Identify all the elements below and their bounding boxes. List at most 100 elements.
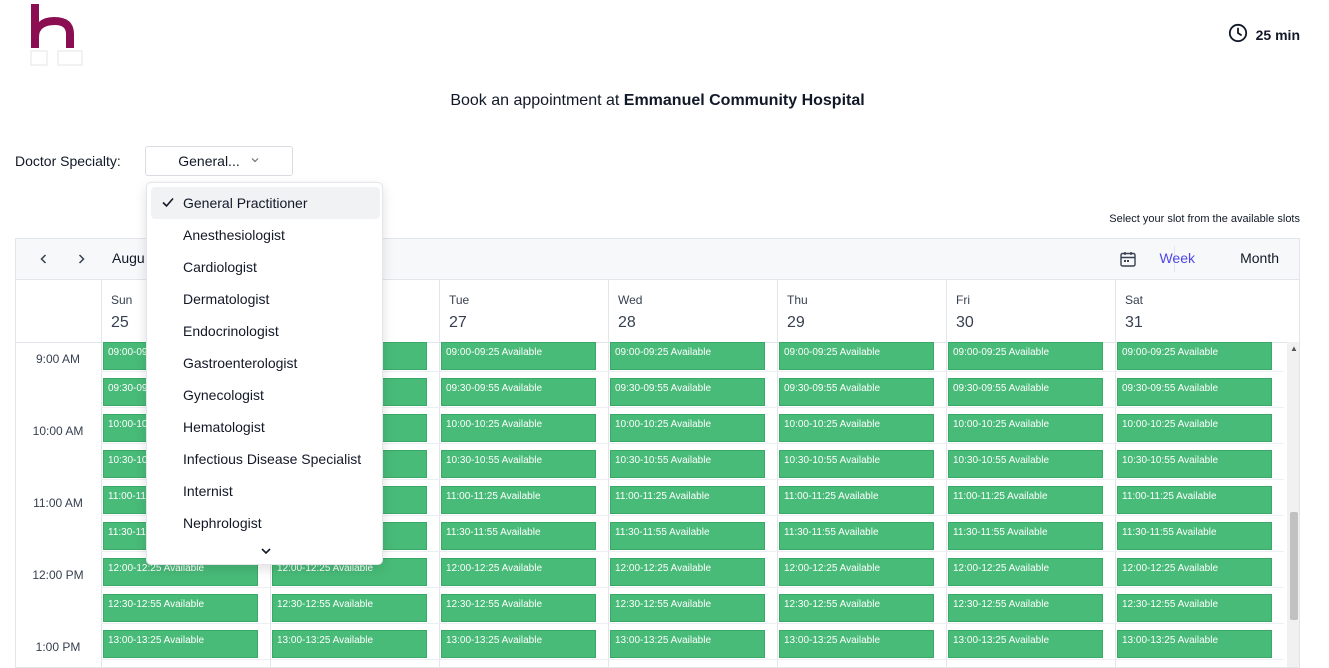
scroll-up-icon[interactable]: ▲ (1290, 344, 1298, 353)
specialty-option[interactable]: Gastroenterologist (151, 347, 380, 379)
available-slot[interactable]: 12:00-12:25 Available (948, 558, 1103, 586)
available-slot[interactable]: 10:30-10:55 Available (441, 450, 596, 478)
checkmark-icon (161, 195, 175, 212)
specialty-option-label: Gynecologist (183, 387, 264, 403)
available-slot[interactable]: 12:30-12:55 Available (610, 594, 765, 622)
calendar-icon[interactable] (1119, 250, 1137, 268)
available-slot[interactable]: 09:30-09:55 Available (1117, 378, 1272, 406)
available-slot[interactable]: 10:00-10:25 Available (779, 414, 934, 442)
available-slot[interactable]: 09:00-09:25 Available (441, 342, 596, 370)
day-name: Fri (956, 293, 970, 307)
specialty-option[interactable]: Internist (151, 475, 380, 507)
available-slot[interactable]: 13:00-13:25 Available (779, 630, 934, 658)
session-timer: 25 min (1228, 23, 1300, 46)
available-slot[interactable]: 11:30-11:55 Available (441, 522, 596, 550)
available-slot[interactable]: 12:00-12:25 Available (610, 558, 765, 586)
available-slot[interactable]: 09:00-09:25 Available (610, 342, 765, 370)
week-view-button[interactable]: Week (1159, 250, 1195, 266)
available-slot[interactable]: 12:30-12:55 Available (948, 594, 1103, 622)
calendar-scrollbar[interactable]: ▲ (1287, 342, 1299, 667)
specialty-option-label: Infectious Disease Specialist (183, 451, 362, 467)
day-header-sat: Sat 31 (1115, 280, 1284, 342)
scrollbar-thumb[interactable] (1290, 512, 1298, 620)
specialty-option[interactable]: Anesthesiologist (151, 219, 380, 251)
available-slot[interactable]: 11:00-11:25 Available (610, 486, 765, 514)
grid-row-line (101, 659, 1284, 660)
specialty-option[interactable]: Nephrologist (151, 507, 380, 539)
available-slot[interactable]: 11:30-11:55 Available (610, 522, 765, 550)
available-slot[interactable]: 12:30-12:55 Available (779, 594, 934, 622)
available-slot[interactable]: 11:00-11:25 Available (1117, 486, 1272, 514)
available-slot[interactable]: 13:00-13:25 Available (1117, 630, 1272, 658)
specialty-option[interactable]: Hematologist (151, 411, 380, 443)
available-slot[interactable]: 13:00-13:25 Available (948, 630, 1103, 658)
specialty-option[interactable]: Infectious Disease Specialist (151, 443, 380, 475)
day-name: Thu (787, 293, 808, 307)
previous-week-button[interactable] (34, 249, 54, 269)
available-slot[interactable]: 11:30-11:55 Available (1117, 522, 1272, 550)
available-slot[interactable]: 09:30-09:55 Available (779, 378, 934, 406)
available-slot[interactable]: 10:30-10:55 Available (1117, 450, 1272, 478)
time-label: 12:00 PM (32, 568, 84, 582)
available-slot[interactable]: 12:30-12:55 Available (1117, 594, 1272, 622)
available-slot[interactable]: 10:30-10:55 Available (779, 450, 934, 478)
specialty-select[interactable]: General... (145, 146, 293, 176)
available-slot[interactable]: 11:00-11:25 Available (779, 486, 934, 514)
specialty-option-label: Nephrologist (183, 515, 262, 531)
available-slot[interactable]: 10:00-10:25 Available (441, 414, 596, 442)
specialty-option[interactable]: Gynecologist (151, 379, 380, 411)
available-slot[interactable]: 12:30-12:55 Available (103, 594, 258, 622)
next-week-button[interactable] (71, 249, 91, 269)
column-divider (439, 342, 440, 667)
day-number: 29 (787, 314, 805, 331)
hospital-logo (28, 2, 86, 68)
available-slot[interactable]: 10:30-10:55 Available (610, 450, 765, 478)
available-slot[interactable]: 13:00-13:25 Available (610, 630, 765, 658)
available-slot[interactable]: 10:00-10:25 Available (948, 414, 1103, 442)
month-view-button[interactable]: Month (1240, 250, 1279, 266)
day-header-thu: Thu 29 (777, 280, 946, 342)
slot-hint: Select your slot from the available slot… (1109, 213, 1300, 225)
column-divider (777, 342, 778, 667)
time-label: 10:00 AM (32, 424, 84, 438)
available-slot[interactable]: 09:00-09:25 Available (779, 342, 934, 370)
timer-label: 25 min (1255, 26, 1300, 43)
available-slot[interactable]: 11:30-11:55 Available (779, 522, 934, 550)
available-slot[interactable]: 11:30-11:55 Available (948, 522, 1103, 550)
day-name: Wed (618, 293, 643, 307)
available-slot[interactable]: 12:00-12:25 Available (779, 558, 934, 586)
available-slot[interactable]: 13:00-13:25 Available (441, 630, 596, 658)
chevron-right-icon (78, 254, 85, 264)
available-slot[interactable]: 11:00-11:25 Available (948, 486, 1103, 514)
specialty-option[interactable]: Endocrinologist (151, 315, 380, 347)
specialty-option[interactable]: Cardiologist (151, 251, 380, 283)
scroll-more-chevron-icon[interactable] (147, 545, 382, 559)
available-slot[interactable]: 12:30-12:55 Available (272, 594, 427, 622)
chevron-left-icon (40, 254, 47, 264)
specialty-option[interactable]: Dermatologist (151, 283, 380, 315)
page-title: Book an appointment at Emmanuel Communit… (0, 92, 1315, 110)
available-slot[interactable]: 11:00-11:25 Available (441, 486, 596, 514)
available-slot[interactable]: 10:00-10:25 Available (1117, 414, 1272, 442)
available-slot[interactable]: 12:30-12:55 Available (441, 594, 596, 622)
available-slot[interactable]: 12:00-12:25 Available (441, 558, 596, 586)
available-slot[interactable]: 09:30-09:55 Available (610, 378, 765, 406)
specialty-option-label: Dermatologist (183, 291, 270, 307)
available-slot[interactable]: 10:00-10:25 Available (610, 414, 765, 442)
specialty-option-label: Endocrinologist (183, 323, 279, 339)
month-title: Augu (112, 250, 145, 266)
day-name: Sat (1125, 293, 1144, 307)
specialty-option-label: Cardiologist (183, 259, 257, 275)
available-slot[interactable]: 09:30-09:55 Available (948, 378, 1103, 406)
available-slot[interactable]: 12:00-12:25 Available (1117, 558, 1272, 586)
column-divider (1115, 342, 1116, 667)
available-slot[interactable]: 09:30-09:55 Available (441, 378, 596, 406)
specialty-option[interactable]: General Practitioner (151, 187, 380, 219)
available-slot[interactable]: 13:00-13:25 Available (272, 630, 427, 658)
available-slot[interactable]: 09:00-09:25 Available (948, 342, 1103, 370)
available-slot[interactable]: 10:30-10:55 Available (948, 450, 1103, 478)
available-slot[interactable]: 09:00-09:25 Available (1117, 342, 1272, 370)
day-number: 28 (618, 314, 636, 331)
available-slot[interactable]: 13:00-13:25 Available (103, 630, 258, 658)
day-number: 31 (1125, 314, 1143, 331)
